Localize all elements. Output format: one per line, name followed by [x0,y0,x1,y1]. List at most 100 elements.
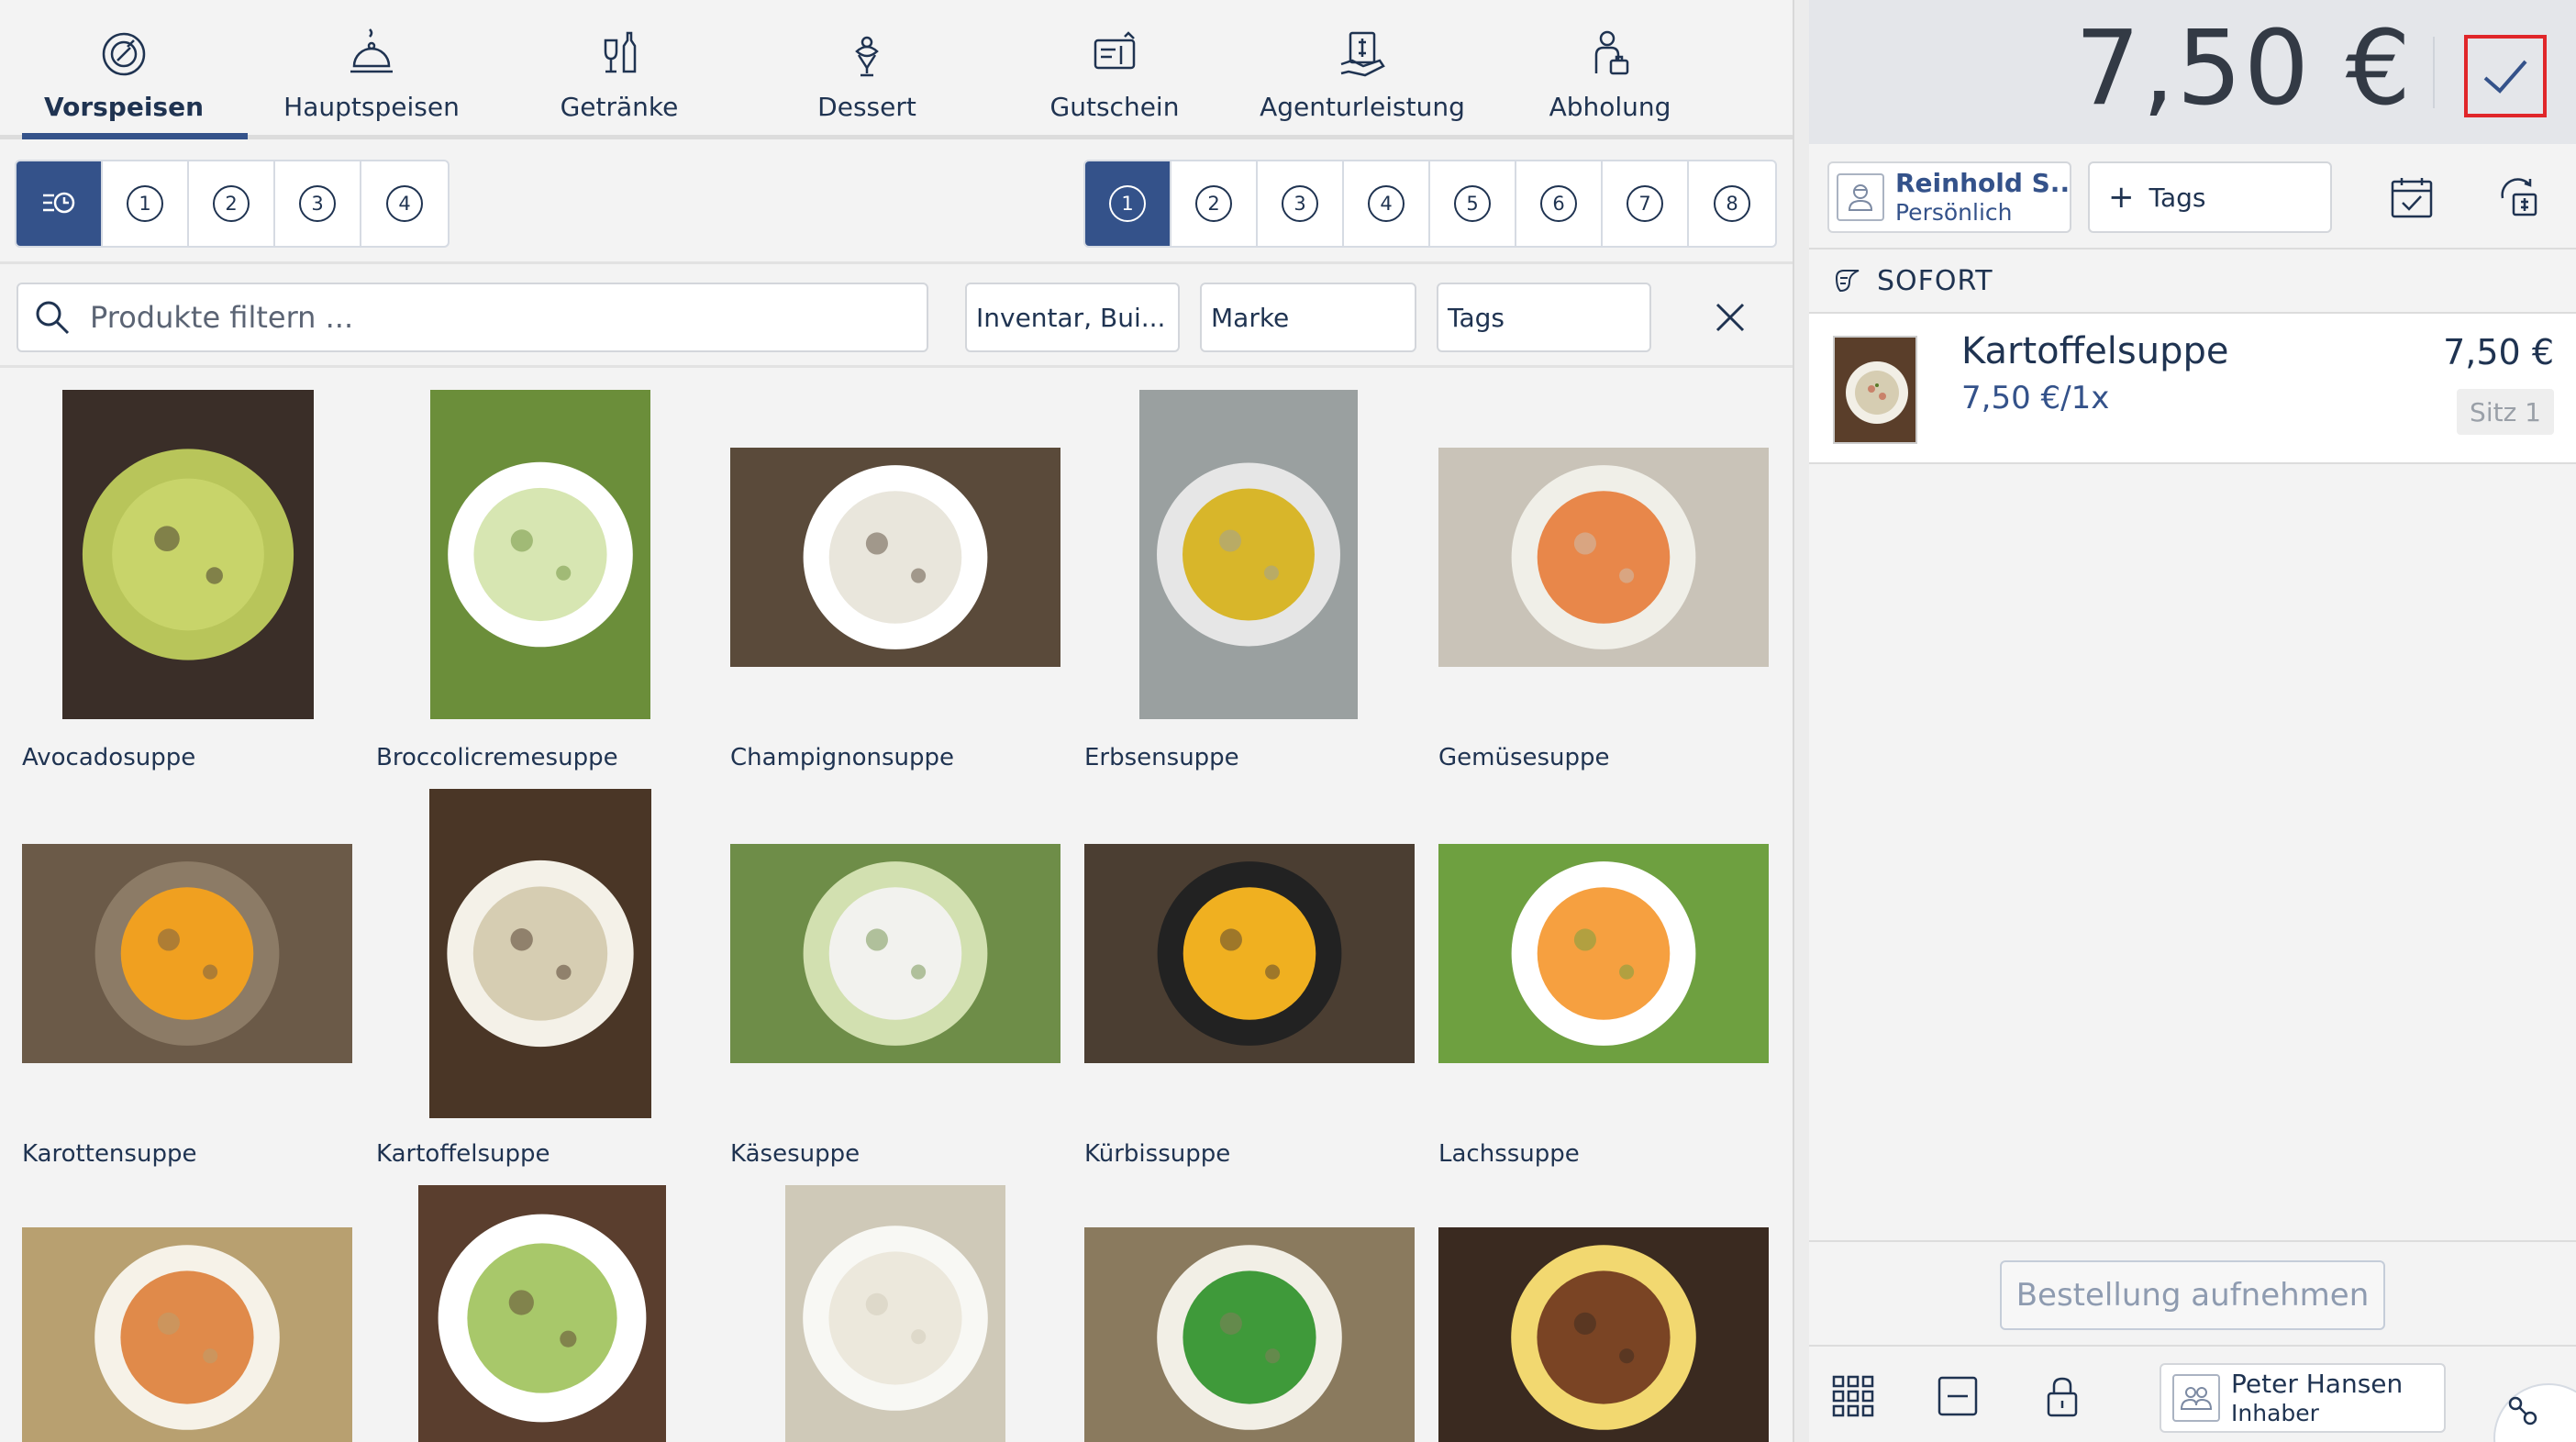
tab-vorspeisen[interactable]: Vorspeisen [0,0,248,139]
tags-filter[interactable]: Tags [1437,283,1651,352]
product-image[interactable] [730,448,1060,667]
minus-button[interactable] [1932,1370,1983,1422]
person-icon [1848,184,1873,211]
search-icon [36,301,70,335]
seat-3-button[interactable]: 3 [1258,161,1344,246]
tab-label: Dessert [817,92,916,122]
course-1-button[interactable]: 1 [103,161,189,246]
course-section-label: SOFORT [1877,264,1993,297]
course-number: 4 [386,185,423,222]
brand-filter[interactable]: Marke [1200,283,1416,352]
product-image[interactable] [1084,844,1415,1063]
product-name: Lachssuppe [1438,1140,1580,1168]
tab-agenturleistung[interactable]: Agenturleistung [1238,0,1486,135]
lock-icon [2047,1377,2078,1417]
search-box[interactable] [17,283,928,352]
product-name: Kartoffelsuppe [376,1140,550,1168]
tab-dessert[interactable]: Dessert [743,0,991,135]
course-number: 2 [213,185,250,222]
product-image[interactable] [62,390,314,719]
close-icon [1715,303,1745,332]
calendar-check-icon [2391,178,2433,218]
product-image[interactable] [1084,1227,1415,1442]
order-line-thumbnail [1833,336,1917,444]
gear-icon [2508,1396,2537,1425]
product-name: Kürbissuppe [1084,1140,1231,1168]
course-section-header: SOFORT [1809,248,2576,312]
grid-icon [1832,1375,1874,1417]
add-tags-button[interactable]: + Tags [2088,161,2332,233]
product-name: Broccolicremesuppe [376,744,618,771]
staff-avatar [2172,1374,2220,1422]
confirm-button[interactable] [2464,35,2547,117]
product-image[interactable] [785,1185,1005,1442]
seat-7-button[interactable]: 7 [1603,161,1689,246]
course-2-button[interactable]: 2 [189,161,275,246]
order-total: 7,50 € [2074,9,2413,128]
course-4-button[interactable]: 4 [361,161,448,246]
course-3-button[interactable]: 3 [275,161,361,246]
seat-number: 3 [1282,185,1318,222]
course-number: 1 [127,185,163,222]
product-image[interactable] [730,844,1060,1063]
tab-label: Gutschein [1049,92,1180,122]
seat-4-button[interactable]: 4 [1344,161,1430,246]
product-image[interactable] [22,844,352,1063]
pos-app: Vorspeisen Hauptspeisen Getränke Dessert… [0,0,2576,1442]
pane-divider[interactable] [1793,0,1809,1442]
product-image[interactable] [1438,844,1769,1063]
agency-service-icon [1340,31,1385,77]
soup-bowl-icon [102,32,146,76]
plus-icon: + [2108,179,2135,216]
tags-label: Tags [2149,182,2206,213]
course-immediate-button[interactable] [17,161,103,246]
order-line-item[interactable]: Kartoffelsuppe 7,50 €/1x 7,50 € Sitz 1 [1809,312,2576,464]
product-image[interactable] [22,1227,352,1442]
category-tabs: Vorspeisen Hauptspeisen Getränke Dessert… [0,0,1793,139]
seat-1-button[interactable]: 1 [1085,161,1171,246]
search-input[interactable] [90,300,879,335]
voucher-icon [1094,31,1136,70]
customer-button[interactable]: Reinhold S... Persönlich [1827,161,2071,233]
staff-name: Peter Hansen [2231,1369,2404,1400]
settings-corner-button[interactable] [2493,1383,2576,1442]
staff-button[interactable]: Peter Hansen Inhaber [2160,1363,2446,1433]
product-name: Gemüsesuppe [1438,744,1610,771]
staff-info: Peter Hansen Inhaber [2231,1369,2403,1427]
product-image[interactable] [418,1185,666,1442]
product-image[interactable] [429,789,651,1118]
product-image[interactable] [1438,1227,1769,1442]
lock-button[interactable] [2037,1370,2088,1422]
tab-label: Agenturleistung [1260,92,1465,122]
tab-gutschein[interactable]: Gutschein [991,0,1238,135]
product-image[interactable] [430,390,650,719]
seat-8-button[interactable]: 8 [1689,161,1775,246]
product-image[interactable] [1139,390,1358,719]
total-bar: 7,50 € [1809,0,2576,144]
pickup-icon [1594,30,1629,75]
product-name: Käsesuppe [730,1140,861,1168]
customer-avatar [1837,173,1884,221]
bottom-toolbar: Peter Hansen Inhaber [1809,1345,2576,1442]
staff-icon [2180,1387,2213,1410]
take-order-button[interactable]: Bestellung aufnehmen [2000,1260,2385,1330]
inventory-filter[interactable]: Inventar, Bui... [965,283,1180,352]
tab-label: Vorspeisen [43,92,205,122]
seat-badge: Sitz 1 [2457,389,2554,435]
seat-6-button[interactable]: 6 [1516,161,1603,246]
tab-hauptspeisen[interactable]: Hauptspeisen [248,0,495,135]
tab-abholung[interactable]: Abholung [1486,0,1734,135]
clear-filters-button[interactable] [1704,292,1756,343]
product-name: Karottensuppe [22,1140,197,1168]
seat-5-button[interactable]: 5 [1430,161,1516,246]
product-image[interactable] [1438,448,1769,667]
tab-getraenke[interactable]: Getränke [495,0,743,135]
seat-2-button[interactable]: 2 [1171,161,1258,246]
grid-view-button[interactable] [1827,1370,1879,1422]
divider [0,261,1793,264]
schedule-button[interactable] [2387,172,2437,222]
transfer-button[interactable] [2493,172,2543,222]
staff-role: Inhaber [2231,1399,2319,1426]
order-line-name: Kartoffelsuppe [1961,330,2229,372]
dessert-icon [855,36,879,77]
